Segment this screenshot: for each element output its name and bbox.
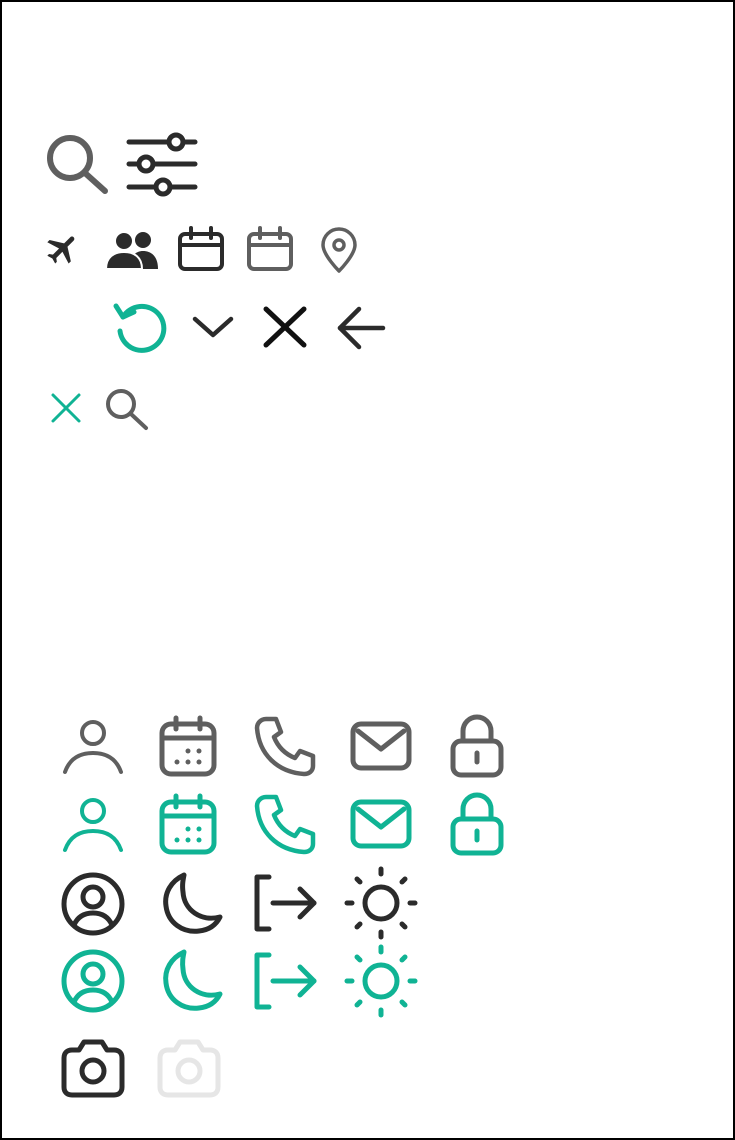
- chevron-down-icon[interactable]: [191, 313, 235, 341]
- calendar-icon[interactable]: [159, 793, 217, 855]
- map-pin-icon[interactable]: [319, 227, 359, 273]
- user-icon[interactable]: [62, 798, 124, 852]
- logout-icon[interactable]: [253, 952, 319, 1010]
- calendar-icon[interactable]: [246, 226, 294, 272]
- calendar-icon[interactable]: [177, 226, 225, 272]
- user-icon[interactable]: [62, 720, 124, 774]
- search-icon[interactable]: [103, 387, 149, 431]
- camera-icon[interactable]: [60, 1038, 126, 1098]
- logout-icon[interactable]: [253, 874, 319, 932]
- mail-icon[interactable]: [350, 799, 412, 849]
- user-circle-icon[interactable]: [60, 871, 126, 937]
- phone-icon[interactable]: [254, 794, 316, 855]
- moon-icon[interactable]: [156, 871, 224, 937]
- sun-icon[interactable]: [344, 866, 418, 940]
- phone-icon[interactable]: [254, 716, 316, 777]
- lock-icon[interactable]: [450, 792, 504, 856]
- arrow-left-icon[interactable]: [336, 306, 386, 350]
- moon-icon[interactable]: [156, 948, 224, 1014]
- search-icon[interactable]: [44, 132, 110, 196]
- users-icon: [104, 229, 159, 270]
- mail-icon[interactable]: [350, 721, 412, 771]
- refresh-icon[interactable]: [113, 301, 169, 355]
- sun-icon[interactable]: [344, 944, 418, 1018]
- close-icon[interactable]: [50, 392, 82, 424]
- airplane-icon: [44, 229, 82, 269]
- lock-icon[interactable]: [450, 714, 504, 778]
- calendar-icon[interactable]: [159, 715, 217, 777]
- close-icon[interactable]: [262, 305, 308, 349]
- user-circle-icon[interactable]: [60, 948, 126, 1014]
- camera-disabled-icon: [156, 1038, 222, 1098]
- sliders-filter-icon[interactable]: [126, 131, 198, 197]
